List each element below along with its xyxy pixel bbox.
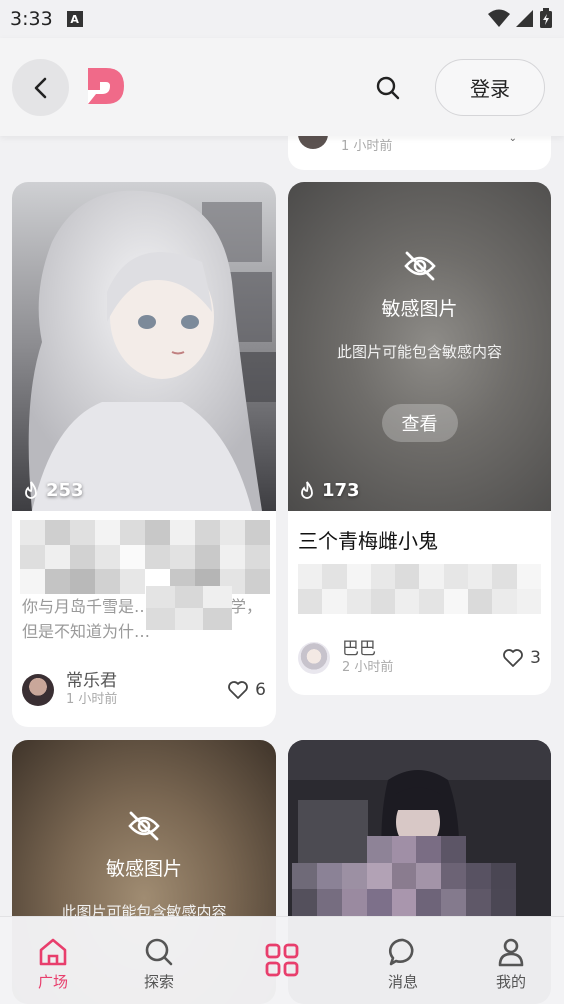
view-button[interactable]: 查看 (381, 404, 458, 442)
censored-description (298, 564, 541, 614)
author-name[interactable]: 常乐君 (66, 671, 117, 691)
sensitive-title: 敏感图片 (105, 858, 182, 880)
like-count: 6 (255, 680, 266, 700)
avatar[interactable] (298, 642, 330, 674)
censored-description (146, 586, 232, 630)
heart-icon (503, 649, 524, 667)
like-button[interactable]: 3 (502, 648, 541, 668)
sensitive-subtitle: 此图片可能包含敏感内容 (336, 343, 502, 361)
app-logo[interactable] (86, 68, 126, 104)
notification-icon: A (66, 11, 83, 27)
nav-item-messages[interactable]: 消息 (368, 937, 438, 992)
flame-icon (25, 480, 37, 499)
heat-value: 253 (46, 480, 84, 501)
heat-value: 173 (322, 480, 360, 501)
login-button[interactable]: 登录 (435, 59, 545, 116)
back-button[interactable] (12, 59, 69, 116)
status-icons (488, 8, 552, 28)
censored-region (292, 836, 516, 916)
search-icon (376, 76, 400, 100)
author-row[interactable]: 巴巴 2 小时前 3 (298, 638, 541, 678)
chat-bubble-icon (388, 938, 414, 966)
nav-item-me[interactable]: 我的 (476, 937, 546, 992)
nav-label: 消息 (387, 973, 418, 991)
like-count: 3 (530, 648, 541, 668)
author-time: 1 小时前 (341, 139, 393, 154)
censored-title (20, 520, 270, 594)
grid-icon (265, 943, 299, 977)
eye-off-icon (128, 811, 160, 841)
user-icon (498, 938, 524, 967)
wifi-icon (488, 9, 510, 27)
heat-count: 253 (22, 480, 84, 501)
heat-count: 173 (298, 480, 360, 501)
status-time: 3:33 (10, 8, 53, 30)
nav-label: 探索 (143, 973, 174, 991)
nav-item-explore[interactable]: 探索 (124, 937, 194, 992)
author-name[interactable]: 巴巴 (342, 639, 393, 659)
nav-label: 广场 (37, 973, 68, 991)
battery-icon (540, 8, 552, 28)
sensitive-title: 敏感图片 (381, 298, 458, 320)
app-header: 登录 (0, 38, 564, 136)
heart-icon (228, 681, 249, 699)
nav-label: 我的 (495, 973, 526, 991)
feed-card[interactable]: 敏感图片 此图片可能包含敏感内容 查看 173 三个青梅雌小鬼 巴巴 2 小时前… (288, 182, 551, 695)
nav-item-plaza[interactable]: 广场 (18, 937, 88, 992)
author-row[interactable]: 常乐君 1 小时前 6 (22, 670, 266, 710)
author-time: 1 小时前 (66, 692, 118, 707)
nav-item-create[interactable] (247, 943, 317, 977)
sensitive-overlay: 敏感图片 此图片可能包含敏感内容 查看 (288, 182, 551, 511)
chevron-left-icon (34, 77, 46, 98)
signal-icon (516, 10, 533, 27)
avatar[interactable] (22, 674, 54, 706)
flame-icon (301, 480, 313, 499)
like-button[interactable]: 6 (227, 680, 266, 700)
card-image[interactable]: 敏感图片 此图片可能包含敏感内容 查看 173 (288, 182, 551, 511)
bottom-nav: 广场 探索 消息 我的 (0, 916, 564, 1004)
home-icon (39, 938, 67, 966)
feed-card[interactable]: 253 你与月岛千雪是…研究社的同学，但是不知道为什… 常乐君 1 小时前 6 (12, 182, 276, 727)
eye-off-icon (403, 251, 436, 281)
status-bar: 3:33 A (0, 0, 564, 38)
search-icon (145, 938, 173, 966)
author-time: 2 小时前 (342, 660, 394, 675)
card-image[interactable]: 253 (12, 182, 276, 511)
search-button[interactable] (372, 72, 404, 104)
artwork-image (12, 182, 276, 511)
card-title[interactable]: 三个青梅雌小鬼 (298, 525, 438, 554)
